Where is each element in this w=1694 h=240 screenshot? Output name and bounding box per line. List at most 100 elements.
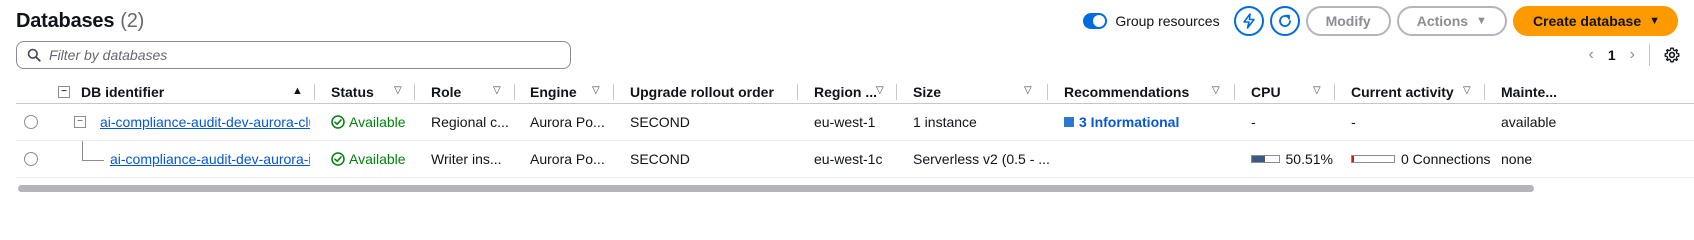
column-divider[interactable] — [797, 84, 798, 100]
modify-button[interactable]: Modify — [1305, 6, 1391, 36]
database-count: (2) — [120, 10, 145, 32]
refresh-button[interactable] — [1269, 6, 1300, 36]
cpu-cell: 50.51% — [1251, 141, 1333, 177]
column-header-size[interactable]: Size — [913, 80, 941, 103]
filter-icon[interactable]: ▽ — [394, 85, 402, 96]
radio-button[interactable] — [24, 115, 38, 129]
table-row[interactable]: ai-compliance-audit-dev-aurora-instan Av… — [16, 141, 1694, 178]
upgrade-order-cell: SECOND — [630, 114, 690, 130]
column-divider[interactable] — [1047, 84, 1048, 100]
page-title-text: Databases — [16, 10, 115, 32]
filter-databases-search[interactable] — [16, 41, 571, 69]
filter-icon[interactable]: ▽ — [1212, 85, 1220, 96]
column-divider[interactable] — [1234, 84, 1235, 100]
column-header-upgrade-rollout-order[interactable]: Upgrade rollout order — [630, 80, 774, 103]
next-page-icon[interactable]: › — [1630, 46, 1635, 64]
refresh-icon — [1278, 14, 1291, 27]
cpu-usage-fill — [1252, 156, 1266, 162]
caret-down-icon: ▼ — [1476, 15, 1487, 27]
actions-button[interactable]: Actions ▼ — [1396, 6, 1507, 36]
column-header-engine[interactable]: Engine — [530, 80, 577, 103]
filter-icon[interactable]: ▽ — [876, 85, 884, 96]
filter-icon[interactable]: ▽ — [592, 85, 600, 96]
column-divider[interactable] — [1484, 84, 1485, 100]
status-text: Available — [349, 151, 406, 167]
column-divider[interactable] — [514, 84, 515, 100]
select-all-expander[interactable]: − — [58, 80, 70, 103]
size-cell: 1 instance — [913, 114, 977, 130]
filter-icon[interactable]: ▽ — [1024, 85, 1032, 96]
check-circle-icon — [331, 152, 345, 166]
radio-button[interactable] — [24, 152, 38, 166]
filter-icon[interactable]: ▽ — [1313, 85, 1321, 96]
row-radio[interactable] — [24, 141, 38, 177]
filter-icon[interactable]: ▽ — [1463, 85, 1471, 96]
collapse-all-icon: − — [58, 85, 70, 98]
column-header-recommendations[interactable]: Recommendations — [1064, 80, 1189, 103]
info-square-icon — [1064, 117, 1074, 127]
table-row[interactable]: − ai-compliance-audit-dev-aurora-cluster… — [16, 104, 1694, 141]
region-cell: eu-west-1c — [814, 151, 883, 167]
column-divider[interactable] — [414, 84, 415, 100]
status-cell: Available — [331, 141, 406, 177]
recommendations-cell[interactable]: 3 Informational — [1064, 104, 1179, 140]
current-page-number[interactable]: 1 — [1608, 47, 1616, 63]
horizontal-scrollbar[interactable] — [18, 185, 1534, 192]
column-divider[interactable] — [1334, 84, 1335, 100]
cpu-usage-bar — [1251, 155, 1280, 163]
column-divider[interactable] — [314, 84, 315, 100]
search-input[interactable] — [49, 47, 529, 63]
column-header-region[interactable]: Region ... — [814, 80, 877, 103]
settings-gear-icon[interactable] — [1664, 47, 1680, 63]
row-expander[interactable]: − — [74, 104, 86, 140]
sort-ascending-icon[interactable]: ▲ — [292, 85, 303, 97]
column-header-db-identifier[interactable]: DB identifier — [81, 80, 164, 103]
db-identifier-link[interactable]: ai-compliance-audit-dev-aurora-instan — [110, 151, 310, 167]
group-resources-toggle[interactable] — [1083, 13, 1108, 29]
create-database-button[interactable]: Create database ▼ — [1512, 6, 1678, 36]
pagination: ‹ 1 › — [1589, 42, 1680, 68]
connections-fill — [1352, 156, 1354, 162]
lightning-icon — [1242, 13, 1255, 29]
role-cell: Regional c... — [431, 114, 509, 130]
page-header: Databases (2) Group resources Modify Acti… — [16, 6, 1678, 38]
status-text: Available — [349, 114, 406, 130]
size-cell: Serverless v2 (0.5 - ... — [913, 151, 1050, 167]
recommendations-text[interactable]: 3 Informational — [1079, 114, 1179, 130]
column-header-maintenance[interactable]: Mainte... — [1501, 80, 1581, 103]
db-identifier-cell: ai-compliance-audit-dev-aurora-instan — [110, 141, 310, 177]
group-resources-label: Group resources — [1115, 13, 1220, 29]
activity-cell: 0 Connections — [1351, 141, 1491, 177]
region-cell: eu-west-1 — [814, 114, 876, 130]
page-title: Databases (2) — [16, 10, 144, 33]
connections-bar — [1351, 155, 1395, 163]
status-cell: Available — [331, 104, 406, 140]
row-radio[interactable] — [24, 104, 38, 140]
filter-icon[interactable]: ▽ — [493, 85, 501, 96]
column-header-role[interactable]: Role — [431, 80, 461, 103]
caret-down-icon: ▼ — [1649, 15, 1660, 27]
collapse-icon: − — [74, 116, 86, 128]
pager-divider — [1649, 44, 1650, 66]
column-header-cpu[interactable]: CPU — [1251, 80, 1281, 103]
engine-cell: Aurora Po... — [530, 151, 605, 167]
activity-cell: - — [1351, 114, 1356, 130]
column-divider[interactable] — [896, 84, 897, 100]
maintenance-cell: available — [1501, 114, 1557, 130]
column-header-status[interactable]: Status — [331, 80, 374, 103]
previous-page-icon[interactable]: ‹ — [1589, 46, 1594, 64]
lightning-button[interactable] — [1233, 6, 1264, 36]
cpu-cell: - — [1251, 114, 1256, 130]
check-circle-icon — [331, 115, 345, 129]
column-header-current-activity[interactable]: Current activity — [1351, 80, 1454, 103]
search-icon — [27, 48, 41, 62]
tree-connector — [82, 141, 83, 161]
db-identifier-link[interactable]: ai-compliance-audit-dev-aurora-cluster — [100, 114, 310, 130]
column-divider[interactable] — [613, 84, 614, 100]
tree-connector — [82, 160, 104, 161]
toolbar: Group resources Modify Actions ▼ Create … — [1083, 6, 1678, 36]
group-resources-control[interactable]: Group resources — [1083, 13, 1220, 29]
cpu-value: 50.51% — [1285, 151, 1333, 167]
maintenance-cell: none — [1501, 151, 1533, 167]
role-cell: Writer ins... — [431, 151, 502, 167]
